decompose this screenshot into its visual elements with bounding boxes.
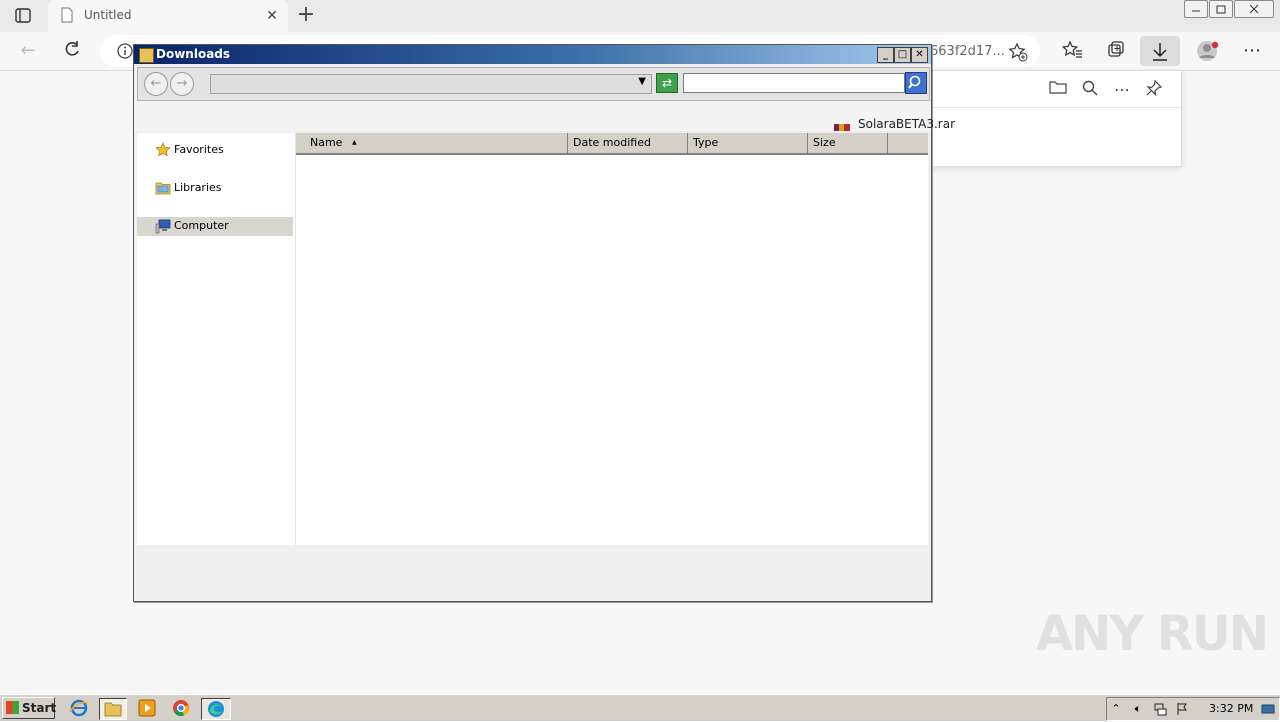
column-header-name[interactable]: Name ▲ [296, 133, 568, 153]
more-icon[interactable]: ⋯ [1240, 39, 1264, 63]
media-player-icon[interactable] [136, 698, 158, 718]
open-folder-icon[interactable] [1047, 79, 1069, 101]
nav-item-label: Libraries [174, 181, 222, 194]
search-icon[interactable] [905, 72, 927, 94]
column-label: Name [310, 136, 343, 149]
downloads-panel: ⋯ [930, 70, 1182, 167]
minimize-window-button[interactable] [1184, 0, 1208, 18]
url-text: 663f2d17... [930, 44, 1005, 59]
refresh-icon[interactable] [60, 39, 84, 63]
explorer-titlebar[interactable]: Downloads _ □ ✕ [134, 45, 931, 64]
restore-window-button[interactable] [1209, 0, 1233, 18]
nav-item-label: Favorites [174, 143, 224, 156]
rar-archive-icon [834, 121, 852, 131]
add-favorite-icon[interactable] [1008, 42, 1028, 65]
column-header-empty [888, 133, 928, 153]
explorer-icon[interactable] [99, 698, 127, 720]
nav-item-label: Computer [174, 219, 229, 232]
nav-item-favorites[interactable]: Favorites [137, 141, 293, 160]
volume-icon[interactable]: 🔈︎ [1131, 702, 1145, 716]
folder-icon [139, 48, 154, 63]
navigation-pane: Favorites Libraries Computer [137, 133, 296, 545]
show-hidden-icons-icon[interactable]: ⌃ [1109, 702, 1123, 716]
go-refresh-icon[interactable]: ⇄ [656, 73, 678, 93]
explorer-address-bar[interactable]: ▼ [210, 74, 652, 94]
explorer-navigation-bar: ← → ▼ ⇄ [137, 67, 930, 101]
watermark-logo: ANY RUN [1036, 606, 1269, 662]
file-list[interactable]: Name ▲ Date modified Type Size [296, 133, 928, 545]
explorer-title: Downloads [156, 47, 231, 61]
forward-arrow-icon[interactable]: → [170, 72, 194, 96]
edge-icon[interactable] [201, 698, 231, 720]
system-tray: ⌃ 🔈︎ 3:32 PM [1106, 697, 1280, 721]
search-icon[interactable] [1079, 79, 1101, 101]
action-center-flag-icon[interactable] [1175, 702, 1189, 716]
tab-list-icon[interactable] [14, 6, 34, 26]
browser-tab[interactable]: Untitled ✕ [48, 0, 288, 32]
star-icon [155, 142, 171, 158]
chevron-down-icon[interactable]: ▼ [638, 76, 646, 87]
page-icon [60, 7, 74, 26]
sort-ascending-icon: ▲ [351, 139, 357, 146]
start-label: Start [22, 701, 57, 715]
explorer-window: Downloads _ □ ✕ ← → ▼ ⇄ Favorites Librar… [133, 44, 932, 602]
column-header-size[interactable]: Size [808, 133, 888, 153]
details-pane [134, 547, 931, 601]
pin-icon[interactable] [1143, 79, 1165, 101]
windows-logo-icon [6, 701, 19, 714]
new-tab-button[interactable]: + [294, 4, 318, 28]
explorer-command-bar [134, 101, 931, 131]
column-header-type[interactable]: Type [688, 133, 808, 153]
libraries-icon [155, 180, 171, 196]
explorer-search-input[interactable] [683, 73, 905, 93]
taskbar: Start ⌃ 🔈︎ 3:32 PM [0, 694, 1280, 721]
info-icon[interactable] [116, 42, 134, 63]
download-file-name: SolaraBETA3.rar [858, 117, 956, 131]
computer-icon [155, 218, 171, 234]
nav-item-libraries[interactable]: Libraries [137, 179, 293, 198]
start-button[interactable]: Start [2, 697, 57, 719]
tab-title: Untitled [84, 8, 132, 22]
profile-icon[interactable] [1196, 39, 1220, 63]
clock[interactable]: 3:32 PM [1209, 702, 1253, 715]
maximize-button[interactable]: □ [894, 47, 911, 63]
column-header-date-modified[interactable]: Date modified [568, 133, 688, 153]
close-window-button[interactable] [1234, 0, 1274, 18]
close-button[interactable]: ✕ [911, 47, 928, 63]
ie-icon[interactable] [68, 698, 90, 718]
tab-strip: Untitled ✕ + [0, 0, 1280, 32]
minimize-button[interactable]: _ [877, 47, 894, 63]
chrome-icon[interactable] [170, 698, 192, 718]
show-desktop-icon[interactable] [1261, 702, 1275, 716]
more-options-icon[interactable]: ⋯ [1111, 79, 1133, 101]
close-tab-icon[interactable]: ✕ [262, 6, 282, 26]
back-arrow-icon[interactable]: ← [16, 39, 40, 63]
column-headers: Name ▲ Date modified Type Size [296, 133, 928, 155]
network-icon[interactable] [1153, 702, 1167, 716]
back-arrow-icon[interactable]: ← [144, 72, 168, 96]
nav-item-computer[interactable]: Computer [137, 217, 293, 236]
collections-icon[interactable] [1104, 39, 1128, 63]
download-icon[interactable] [1140, 36, 1180, 66]
downloads-panel-header: ⋯ [931, 71, 1181, 108]
favorites-icon[interactable] [1060, 39, 1084, 63]
